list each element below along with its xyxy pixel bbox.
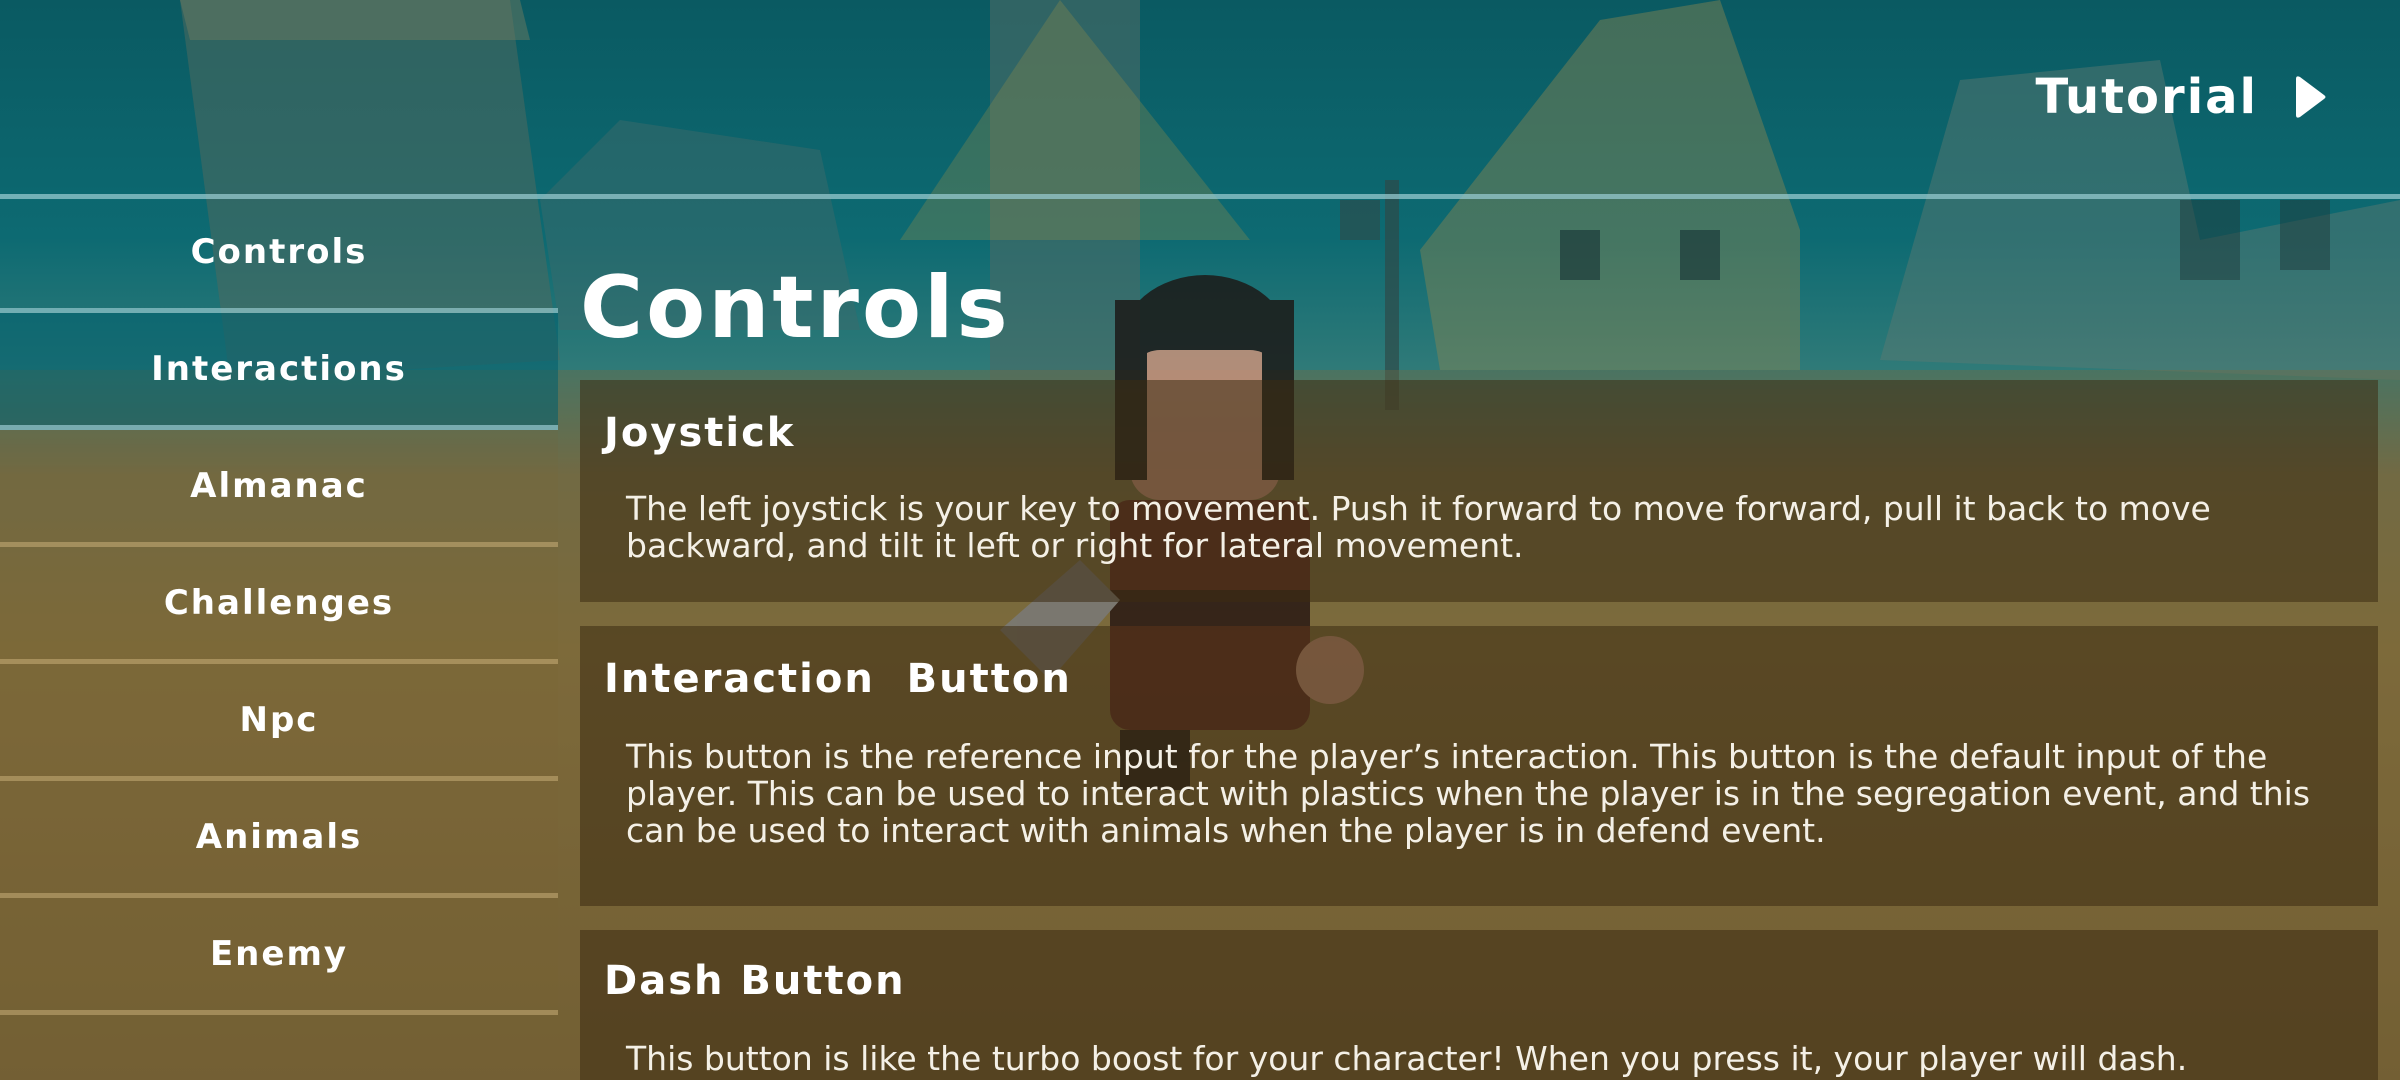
card-body: This button is like the turbo boost for … — [626, 1039, 2188, 1078]
tutorial-button[interactable]: Tutorial — [2035, 62, 2330, 132]
sidebar-item-controls[interactable]: Controls — [0, 196, 558, 313]
sidebar-item-label: Challenges — [163, 583, 395, 623]
info-card-joystick: Joystick The left joystick is your key t… — [580, 380, 2378, 602]
sidebar-item-challenges[interactable]: Challenges — [0, 547, 558, 664]
sidebar-item-label: Almanac — [190, 466, 368, 506]
sidebar-item-label: Animals — [195, 817, 363, 857]
sidebar-item-animals[interactable]: Animals — [0, 781, 558, 898]
card-title: Dash Button — [604, 958, 906, 1004]
sidebar-item-label: Interactions — [151, 349, 407, 389]
card-body: This button is the reference input for t… — [626, 737, 2311, 850]
sidebar-item-enemy[interactable]: Enemy — [0, 898, 558, 1015]
sidebar-item-npc[interactable]: Npc — [0, 664, 558, 781]
top-bar: Tutorial — [0, 0, 2400, 196]
card-title: Interaction Button — [604, 656, 1072, 702]
sidebar-item-interactions[interactable]: Interactions — [0, 313, 558, 430]
card-title: Joystick — [604, 410, 796, 456]
page-title: Controls — [580, 258, 1011, 358]
tutorial-label: Tutorial — [2035, 69, 2258, 125]
sidebar-item-label: Controls — [190, 232, 368, 272]
sidebar-nav: Controls Interactions Almanac Challenges… — [0, 196, 558, 1080]
info-card-interaction-button: Interaction Button This button is the re… — [580, 626, 2378, 906]
play-arrow-icon — [2296, 73, 2330, 121]
card-body: The left joystick is your key to movemen… — [626, 489, 2211, 565]
sidebar-item-label: Enemy — [209, 934, 349, 974]
sidebar-item-almanac[interactable]: Almanac — [0, 430, 558, 547]
sidebar-item-label: Npc — [239, 700, 319, 740]
info-card-dash-button: Dash Button This button is like the turb… — [580, 930, 2378, 1080]
